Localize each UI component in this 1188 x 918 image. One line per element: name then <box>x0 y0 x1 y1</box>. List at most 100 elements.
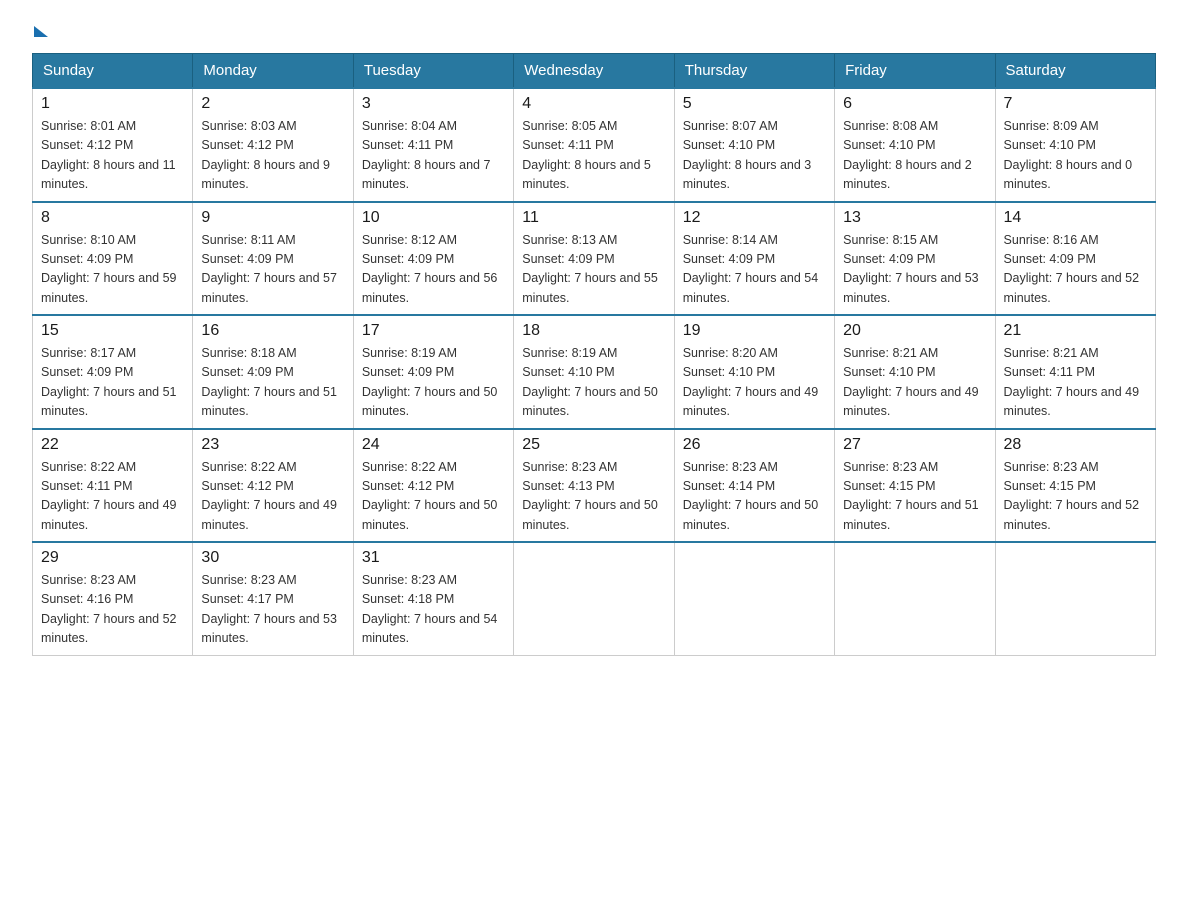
day-info: Sunrise: 8:12 AMSunset: 4:09 PMDaylight:… <box>362 233 498 305</box>
day-number: 25 <box>522 436 665 454</box>
day-number: 28 <box>1004 436 1147 454</box>
day-number: 14 <box>1004 209 1147 227</box>
day-number: 17 <box>362 322 505 340</box>
calendar-cell: 6 Sunrise: 8:08 AMSunset: 4:10 PMDayligh… <box>835 88 995 202</box>
day-number: 5 <box>683 95 826 113</box>
day-number: 6 <box>843 95 986 113</box>
day-info: Sunrise: 8:23 AMSunset: 4:14 PMDaylight:… <box>683 460 819 532</box>
calendar-cell: 16 Sunrise: 8:18 AMSunset: 4:09 PMDaylig… <box>193 315 353 429</box>
day-number: 19 <box>683 322 826 340</box>
day-number: 3 <box>362 95 505 113</box>
weekday-header-wednesday: Wednesday <box>514 54 674 89</box>
calendar-cell: 26 Sunrise: 8:23 AMSunset: 4:14 PMDaylig… <box>674 429 834 543</box>
calendar-cell: 28 Sunrise: 8:23 AMSunset: 4:15 PMDaylig… <box>995 429 1155 543</box>
day-number: 26 <box>683 436 826 454</box>
day-info: Sunrise: 8:04 AMSunset: 4:11 PMDaylight:… <box>362 119 491 191</box>
day-info: Sunrise: 8:15 AMSunset: 4:09 PMDaylight:… <box>843 233 979 305</box>
calendar-cell: 25 Sunrise: 8:23 AMSunset: 4:13 PMDaylig… <box>514 429 674 543</box>
calendar-table: SundayMondayTuesdayWednesdayThursdayFrid… <box>32 53 1156 656</box>
calendar-cell: 13 Sunrise: 8:15 AMSunset: 4:09 PMDaylig… <box>835 202 995 316</box>
day-info: Sunrise: 8:05 AMSunset: 4:11 PMDaylight:… <box>522 119 651 191</box>
day-info: Sunrise: 8:22 AMSunset: 4:12 PMDaylight:… <box>201 460 337 532</box>
day-number: 11 <box>522 209 665 227</box>
day-number: 22 <box>41 436 184 454</box>
day-info: Sunrise: 8:23 AMSunset: 4:13 PMDaylight:… <box>522 460 658 532</box>
calendar-cell: 23 Sunrise: 8:22 AMSunset: 4:12 PMDaylig… <box>193 429 353 543</box>
day-info: Sunrise: 8:03 AMSunset: 4:12 PMDaylight:… <box>201 119 330 191</box>
logo <box>32 24 48 37</box>
weekday-header-row: SundayMondayTuesdayWednesdayThursdayFrid… <box>33 54 1156 89</box>
day-number: 27 <box>843 436 986 454</box>
week-row-5: 29 Sunrise: 8:23 AMSunset: 4:16 PMDaylig… <box>33 542 1156 655</box>
calendar-cell <box>835 542 995 655</box>
day-info: Sunrise: 8:10 AMSunset: 4:09 PMDaylight:… <box>41 233 177 305</box>
day-info: Sunrise: 8:07 AMSunset: 4:10 PMDaylight:… <box>683 119 812 191</box>
day-info: Sunrise: 8:23 AMSunset: 4:17 PMDaylight:… <box>201 573 337 645</box>
calendar-cell: 15 Sunrise: 8:17 AMSunset: 4:09 PMDaylig… <box>33 315 193 429</box>
calendar-cell: 2 Sunrise: 8:03 AMSunset: 4:12 PMDayligh… <box>193 88 353 202</box>
calendar-cell: 17 Sunrise: 8:19 AMSunset: 4:09 PMDaylig… <box>353 315 513 429</box>
day-info: Sunrise: 8:23 AMSunset: 4:18 PMDaylight:… <box>362 573 498 645</box>
weekday-header-tuesday: Tuesday <box>353 54 513 89</box>
day-info: Sunrise: 8:11 AMSunset: 4:09 PMDaylight:… <box>201 233 337 305</box>
weekday-header-saturday: Saturday <box>995 54 1155 89</box>
calendar-cell: 1 Sunrise: 8:01 AMSunset: 4:12 PMDayligh… <box>33 88 193 202</box>
calendar-cell: 18 Sunrise: 8:19 AMSunset: 4:10 PMDaylig… <box>514 315 674 429</box>
weekday-header-friday: Friday <box>835 54 995 89</box>
logo-triangle-icon <box>34 26 48 37</box>
calendar-cell: 27 Sunrise: 8:23 AMSunset: 4:15 PMDaylig… <box>835 429 995 543</box>
calendar-cell: 3 Sunrise: 8:04 AMSunset: 4:11 PMDayligh… <box>353 88 513 202</box>
calendar-cell: 7 Sunrise: 8:09 AMSunset: 4:10 PMDayligh… <box>995 88 1155 202</box>
day-number: 21 <box>1004 322 1147 340</box>
day-info: Sunrise: 8:17 AMSunset: 4:09 PMDaylight:… <box>41 346 177 418</box>
day-info: Sunrise: 8:14 AMSunset: 4:09 PMDaylight:… <box>683 233 819 305</box>
day-number: 4 <box>522 95 665 113</box>
week-row-3: 15 Sunrise: 8:17 AMSunset: 4:09 PMDaylig… <box>33 315 1156 429</box>
calendar-cell: 19 Sunrise: 8:20 AMSunset: 4:10 PMDaylig… <box>674 315 834 429</box>
day-number: 12 <box>683 209 826 227</box>
day-info: Sunrise: 8:22 AMSunset: 4:12 PMDaylight:… <box>362 460 498 532</box>
day-info: Sunrise: 8:16 AMSunset: 4:09 PMDaylight:… <box>1004 233 1140 305</box>
calendar-cell: 5 Sunrise: 8:07 AMSunset: 4:10 PMDayligh… <box>674 88 834 202</box>
day-number: 2 <box>201 95 344 113</box>
week-row-1: 1 Sunrise: 8:01 AMSunset: 4:12 PMDayligh… <box>33 88 1156 202</box>
calendar-cell: 10 Sunrise: 8:12 AMSunset: 4:09 PMDaylig… <box>353 202 513 316</box>
day-info: Sunrise: 8:23 AMSunset: 4:15 PMDaylight:… <box>843 460 979 532</box>
calendar-cell: 14 Sunrise: 8:16 AMSunset: 4:09 PMDaylig… <box>995 202 1155 316</box>
calendar-cell: 11 Sunrise: 8:13 AMSunset: 4:09 PMDaylig… <box>514 202 674 316</box>
calendar-cell: 24 Sunrise: 8:22 AMSunset: 4:12 PMDaylig… <box>353 429 513 543</box>
day-number: 13 <box>843 209 986 227</box>
weekday-header-sunday: Sunday <box>33 54 193 89</box>
day-number: 30 <box>201 549 344 567</box>
day-info: Sunrise: 8:19 AMSunset: 4:10 PMDaylight:… <box>522 346 658 418</box>
calendar-cell <box>674 542 834 655</box>
day-number: 23 <box>201 436 344 454</box>
calendar-cell: 30 Sunrise: 8:23 AMSunset: 4:17 PMDaylig… <box>193 542 353 655</box>
day-info: Sunrise: 8:21 AMSunset: 4:10 PMDaylight:… <box>843 346 979 418</box>
day-number: 16 <box>201 322 344 340</box>
day-info: Sunrise: 8:19 AMSunset: 4:09 PMDaylight:… <box>362 346 498 418</box>
calendar-cell: 31 Sunrise: 8:23 AMSunset: 4:18 PMDaylig… <box>353 542 513 655</box>
calendar-cell <box>995 542 1155 655</box>
calendar-cell <box>514 542 674 655</box>
calendar-cell: 29 Sunrise: 8:23 AMSunset: 4:16 PMDaylig… <box>33 542 193 655</box>
day-info: Sunrise: 8:23 AMSunset: 4:15 PMDaylight:… <box>1004 460 1140 532</box>
day-number: 24 <box>362 436 505 454</box>
day-number: 1 <box>41 95 184 113</box>
page-header <box>32 24 1156 37</box>
day-info: Sunrise: 8:01 AMSunset: 4:12 PMDaylight:… <box>41 119 176 191</box>
week-row-2: 8 Sunrise: 8:10 AMSunset: 4:09 PMDayligh… <box>33 202 1156 316</box>
day-number: 29 <box>41 549 184 567</box>
calendar-cell: 21 Sunrise: 8:21 AMSunset: 4:11 PMDaylig… <box>995 315 1155 429</box>
day-number: 31 <box>362 549 505 567</box>
weekday-header-monday: Monday <box>193 54 353 89</box>
calendar-cell: 22 Sunrise: 8:22 AMSunset: 4:11 PMDaylig… <box>33 429 193 543</box>
day-info: Sunrise: 8:21 AMSunset: 4:11 PMDaylight:… <box>1004 346 1140 418</box>
week-row-4: 22 Sunrise: 8:22 AMSunset: 4:11 PMDaylig… <box>33 429 1156 543</box>
day-info: Sunrise: 8:22 AMSunset: 4:11 PMDaylight:… <box>41 460 177 532</box>
calendar-cell: 20 Sunrise: 8:21 AMSunset: 4:10 PMDaylig… <box>835 315 995 429</box>
day-info: Sunrise: 8:20 AMSunset: 4:10 PMDaylight:… <box>683 346 819 418</box>
day-info: Sunrise: 8:09 AMSunset: 4:10 PMDaylight:… <box>1004 119 1133 191</box>
day-number: 18 <box>522 322 665 340</box>
day-number: 7 <box>1004 95 1147 113</box>
